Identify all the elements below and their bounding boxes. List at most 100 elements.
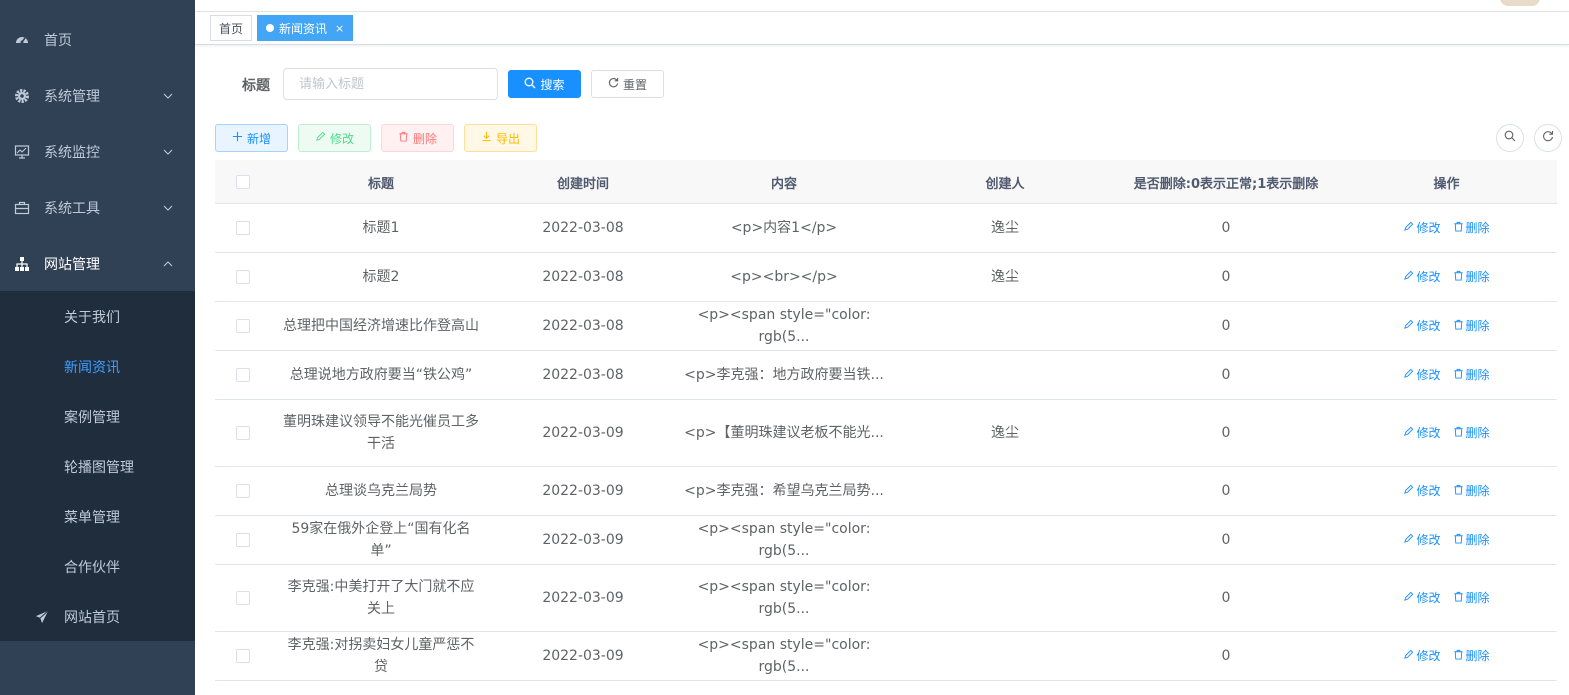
column-header-creator[interactable]: 创建人 [894, 160, 1116, 204]
creator-cell: 逸尘 [991, 269, 1019, 285]
edit-button[interactable]: 修改 [298, 124, 371, 152]
deleted-cell: 0 [1221, 483, 1231, 499]
sidebar-subitem-carousel[interactable]: 轮播图管理 [0, 442, 195, 492]
sidebar-item-tools[interactable]: 系统工具 [0, 180, 195, 236]
select-all-checkbox[interactable] [235, 175, 250, 189]
edit-icon [315, 131, 326, 145]
table-row[interactable]: 总理说地方政府要当“铁公鸡” 2022-03-08 <p>李克强：地方政府要当铁..… [215, 351, 1557, 400]
row-checkbox[interactable] [235, 221, 250, 235]
row-checkbox[interactable] [235, 649, 250, 663]
row-delete-link[interactable]: 删除 [1453, 315, 1490, 337]
content-cell: <p><span style="color: rgb(5... [697, 579, 871, 617]
column-header-content[interactable]: 内容 [674, 160, 894, 204]
row-checkbox[interactable] [235, 319, 250, 333]
sidebar-subitem-label: 菜单管理 [64, 510, 120, 526]
download-icon [481, 131, 492, 145]
export-button[interactable]: 导出 [464, 124, 537, 152]
row-delete-link[interactable]: 删除 [1453, 645, 1490, 667]
row-edit-link[interactable]: 修改 [1403, 587, 1441, 609]
row-edit-link[interactable]: 修改 [1403, 480, 1441, 502]
sidebar-subitem-about[interactable]: 关于我们 [0, 292, 195, 342]
table-row[interactable]: 总理把中国经济增速比作登高山 2022-03-08 <p><span style="… [215, 302, 1557, 351]
refresh-icon [608, 77, 619, 91]
sidebar-item-home[interactable]: 首页 [0, 12, 195, 68]
row-checkbox[interactable] [235, 533, 250, 547]
table-row[interactable]: 标题2 2022-03-08 <p><br></p> 逸尘 0 修改 删除 [215, 253, 1557, 302]
row-edit-link[interactable]: 修改 [1403, 364, 1441, 386]
row-delete-link[interactable]: 删除 [1453, 217, 1490, 239]
column-header-time[interactable]: 创建时间 [492, 160, 674, 204]
row-edit-label: 修改 [1416, 591, 1441, 605]
sidebar-subitem-site-home[interactable]: 网站首页 [0, 592, 195, 642]
row-select-cell [215, 632, 270, 680]
title-cell: 李克强:对拐卖妇女儿童严惩不贷 [287, 637, 475, 675]
time-cell: 2022-03-09 [542, 425, 624, 441]
tag-news-active[interactable]: 新闻资讯 × [257, 15, 354, 41]
toggle-search-button[interactable] [1496, 124, 1524, 152]
table-row[interactable]: 董明珠建议领导不能光催员工多干活 2022-03-09 <p>【董明珠建议老板不能光… [215, 400, 1557, 467]
content-cell: <p><span style="color: rgb(5... [697, 521, 871, 559]
row-edit-link[interactable]: 修改 [1403, 645, 1441, 667]
tag-home[interactable]: 首页 [210, 15, 253, 41]
actions-cell: 修改 删除 [1336, 204, 1557, 252]
row-edit-link[interactable]: 修改 [1403, 315, 1441, 337]
delete-button[interactable]: 删除 [381, 124, 454, 152]
sidebar-subitem-label: 关于我们 [64, 310, 120, 326]
edit-icon [1403, 480, 1414, 502]
sidebar-item-website[interactable]: 网站管理 [0, 236, 195, 292]
row-delete-link[interactable]: 删除 [1453, 480, 1490, 502]
sidebar-subitem-label: 新闻资讯 [64, 360, 120, 376]
avatar[interactable] [1500, 0, 1540, 6]
row-delete-link[interactable]: 删除 [1453, 266, 1490, 288]
row-edit-link[interactable]: 修改 [1403, 217, 1441, 239]
row-checkbox[interactable] [235, 426, 250, 440]
table-row[interactable]: 总理谈乌克兰局势 2022-03-09 <p>李克强：希望乌克兰局势... 0 修改 删除 [215, 467, 1557, 516]
sidebar-item-system[interactable]: 系统管理 [0, 68, 195, 124]
column-header-deleted[interactable]: 是否删除:0表示正常;1表示删除 [1116, 160, 1336, 204]
time-cell: 2022-03-09 [542, 648, 624, 664]
reset-button[interactable]: 重置 [591, 70, 664, 98]
search-button[interactable]: 搜索 [508, 70, 581, 98]
sidebar-subitem-menu[interactable]: 菜单管理 [0, 492, 195, 542]
row-delete-link[interactable]: 删除 [1453, 422, 1490, 444]
search-icon [524, 77, 536, 92]
row-delete-link[interactable]: 删除 [1453, 364, 1490, 386]
refresh-icon [1542, 130, 1554, 146]
deleted-cell: 0 [1221, 220, 1231, 236]
table-row[interactable]: 59家在俄外企登上“国有化名单” 2022-03-09 <p><span style… [215, 516, 1557, 565]
row-checkbox[interactable] [235, 270, 250, 284]
row-select-cell [215, 400, 270, 466]
chevron-down-icon [160, 88, 176, 104]
row-delete-link[interactable]: 删除 [1453, 587, 1490, 609]
table-row[interactable]: 标题1 2022-03-08 <p>内容1</p> 逸尘 0 修改 删除 [215, 204, 1557, 253]
trash-icon [398, 131, 409, 145]
content-cell: <p>李克强：地方政府要当铁... [684, 367, 884, 383]
table-row[interactable]: 李克强:中美打开了大门就不应关上 2022-03-09 <p><span style… [215, 565, 1557, 632]
trash-icon [1453, 315, 1464, 337]
table-row[interactable]: 李克强:对拐卖妇女儿童严惩不贷 2022-03-09 <p><span style=… [215, 632, 1557, 681]
row-checkbox[interactable] [235, 368, 250, 382]
row-edit-link[interactable]: 修改 [1403, 266, 1441, 288]
row-delete-link[interactable]: 删除 [1453, 529, 1490, 551]
title-cell: 标题1 [362, 220, 400, 236]
row-edit-link[interactable]: 修改 [1403, 422, 1441, 444]
chevron-down-icon [160, 200, 176, 216]
row-delete-label: 删除 [1465, 591, 1490, 605]
row-select-cell [215, 351, 270, 399]
add-button-label: 新增 [246, 131, 271, 146]
sidebar-subitem-news[interactable]: 新闻资讯 [0, 342, 195, 392]
add-button[interactable]: 新增 [215, 124, 288, 152]
row-checkbox[interactable] [235, 484, 250, 498]
refresh-table-button[interactable] [1534, 124, 1562, 152]
title-search-input[interactable] [283, 68, 498, 100]
row-checkbox[interactable] [235, 591, 250, 605]
sidebar-subitem-partners[interactable]: 合作伙伴 [0, 542, 195, 592]
column-header-title[interactable]: 标题 [270, 160, 492, 204]
row-delete-label: 删除 [1465, 319, 1490, 333]
edit-icon [1403, 645, 1414, 667]
close-icon[interactable]: × [335, 22, 344, 35]
title-cell: 董明珠建议领导不能光催员工多干活 [283, 414, 479, 452]
sidebar-subitem-cases[interactable]: 案例管理 [0, 392, 195, 442]
sidebar-item-monitor[interactable]: 系统监控 [0, 124, 195, 180]
row-edit-link[interactable]: 修改 [1403, 529, 1441, 551]
